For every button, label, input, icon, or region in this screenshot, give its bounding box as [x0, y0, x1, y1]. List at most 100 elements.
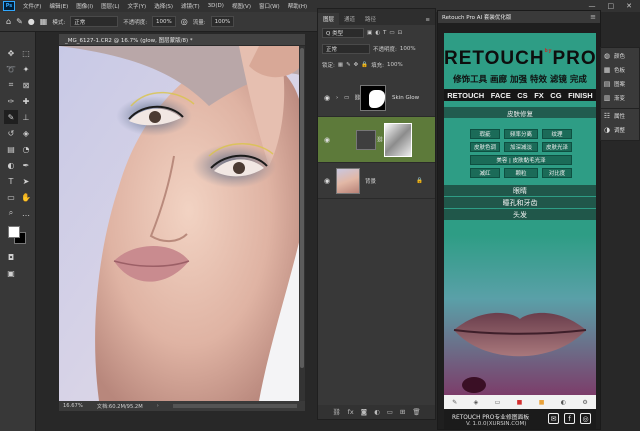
adjustments-panel-button[interactable]: ◑ 调整 [603, 126, 625, 134]
beauty-button[interactable]: 美容 | 皮肤黏毛光泽 [470, 155, 572, 165]
visibility-eye-icon[interactable]: ◉ [318, 94, 336, 102]
brush-icon[interactable]: ✎ [452, 399, 457, 406]
texture-button[interactable]: 纹理 [542, 129, 572, 139]
menu-type[interactable]: 文字(Y) [124, 2, 151, 10]
dodge-icon[interactable]: ◐ [4, 158, 18, 172]
lock-all-icon[interactable]: 🔒 [361, 62, 368, 68]
mask-icon[interactable]: ◙ [361, 408, 367, 416]
pen-tool-icon[interactable]: ✒ [19, 158, 33, 172]
vertical-scrollbar[interactable] [299, 46, 305, 401]
menu-filter[interactable]: 滤镜(T) [177, 2, 204, 10]
tab-paths[interactable]: 路径 [360, 13, 381, 25]
brush-size-icon[interactable]: ● [28, 17, 35, 26]
tab-fx[interactable]: FX [534, 91, 544, 100]
lock-position-icon[interactable]: ✥ [354, 62, 359, 68]
eyedropper-icon[interactable]: ✑ [4, 94, 18, 108]
screen-mode-icon[interactable]: ▣ [4, 266, 18, 280]
quick-mask-icon[interactable]: ◘ [4, 250, 18, 264]
facebook-icon[interactable]: f [564, 413, 575, 424]
filter-adjust-icon[interactable]: ◐ [375, 30, 380, 36]
flow-field[interactable]: 100% [210, 16, 235, 27]
tab-cg[interactable]: CG [550, 91, 561, 100]
settings-icon[interactable]: ⚙ [582, 399, 587, 406]
color-icon[interactable]: ■ [539, 399, 545, 406]
link-icon[interactable]: ⛓ [332, 408, 340, 416]
tab-retouch[interactable]: RETOUCH [447, 91, 484, 100]
skin-tone-button[interactable]: 皮肤色调 [470, 142, 500, 152]
eraser-icon[interactable]: ◈ [474, 399, 479, 406]
eraser-icon[interactable]: ◈ [19, 126, 33, 140]
mode-dropdown[interactable]: 正常 [70, 16, 119, 27]
new-layer-icon[interactable]: ⊞ [400, 408, 405, 416]
maximize-icon[interactable]: □ [608, 2, 615, 10]
visibility-eye-icon[interactable]: ◉ [318, 136, 336, 144]
menu-layer[interactable]: 图层(L) [97, 2, 123, 10]
layer-row-background[interactable]: ◉ 背景 🔒 [318, 163, 435, 199]
scrollbar-thumb[interactable] [300, 48, 304, 368]
panel-close-icon[interactable]: ≡ [590, 13, 596, 21]
brush-settings-icon[interactable]: ▦ [40, 17, 48, 26]
lasso-tool-icon[interactable]: ➰ [4, 62, 18, 76]
layer-thumbnail[interactable] [336, 167, 360, 194]
contrast-button[interactable]: 对比度 [542, 168, 572, 178]
menu-select[interactable]: 选择(S) [150, 2, 177, 10]
delete-icon[interactable]: 🗑 [412, 408, 420, 416]
teeth-section-button[interactable]: 瞳孔和牙齿 [444, 197, 596, 208]
chain-icon[interactable]: ⛓ [376, 137, 384, 143]
tab-face[interactable]: FACE [491, 91, 511, 100]
zoom-readout[interactable]: 16.67% [63, 403, 83, 409]
menu-image[interactable]: 图像(I) [72, 2, 97, 10]
type-tool-icon[interactable]: T [4, 174, 18, 188]
tab-cs[interactable]: CS [517, 91, 527, 100]
properties-panel-button[interactable]: ☷ 属性 [603, 112, 625, 120]
more-tools-icon[interactable]: … [19, 206, 33, 220]
layer-opacity-value[interactable]: 100% [400, 46, 416, 52]
tab-finish[interactable]: FINISH [568, 91, 593, 100]
flag-icon[interactable]: ■ [517, 399, 523, 406]
blur-icon[interactable]: ◔ [19, 142, 33, 156]
move-tool-icon[interactable]: ✥ [4, 46, 18, 60]
layer-mask-thumbnail[interactable] [360, 84, 386, 111]
frequency-separation-button[interactable]: 频率分离 [504, 129, 538, 139]
group-icon[interactable]: ▭ [387, 408, 393, 416]
menu-help[interactable]: 帮助(H) [284, 2, 311, 10]
fx-icon[interactable]: fx [348, 408, 354, 416]
instagram-icon[interactable]: ◎ [580, 413, 591, 424]
stamp-tool-icon[interactable]: ⊥ [19, 110, 33, 124]
tone-icon[interactable]: ◐ [561, 399, 566, 406]
blemish-button[interactable]: 瑕疵 [470, 129, 500, 139]
hand-tool-icon[interactable]: ✋ [19, 190, 33, 204]
patterns-panel-button[interactable]: ▤ 图案 [603, 80, 625, 88]
blend-mode-dropdown[interactable]: 正常 [322, 44, 370, 54]
lock-pixels-icon[interactable]: ▦ [338, 62, 343, 68]
hair-section-button[interactable]: 头发 [444, 209, 596, 220]
reduce-red-button[interactable]: 减红 [470, 168, 500, 178]
path-select-icon[interactable]: ➤ [19, 174, 33, 188]
status-arrow-icon[interactable]: › [157, 403, 159, 409]
history-brush-icon[interactable]: ↺ [4, 126, 18, 140]
filter-smart-icon[interactable]: ⊡ [398, 30, 403, 36]
layer-mask-thumbnail[interactable] [384, 122, 412, 157]
brush-tool-icon[interactable]: ✎ [4, 110, 18, 124]
home-icon[interactable]: ⌂ [6, 17, 11, 26]
eyes-section-button[interactable]: 眼睛 [444, 185, 596, 196]
gradients-panel-button[interactable]: ▥ 渐变 [603, 94, 625, 102]
pressure-opacity-icon[interactable]: ◎ [181, 17, 188, 26]
gradient-icon[interactable]: ▤ [4, 142, 18, 156]
horizontal-scrollbar[interactable] [172, 404, 297, 408]
close-icon[interactable]: ✕ [626, 2, 632, 10]
filter-pixel-icon[interactable]: ▣ [367, 30, 372, 36]
visibility-eye-icon[interactable]: ◉ [318, 177, 336, 185]
grain-button[interactable]: 颗粒 [504, 168, 538, 178]
document-tab[interactable]: _MG_6127-1.CR2 @ 16.7% (glow, 图层蒙版/8) * [59, 34, 305, 46]
menu-3d[interactable]: 3D(D) [204, 3, 228, 9]
skin-glow-button[interactable]: 皮肤光泽 [542, 142, 572, 152]
layer-thumbnail[interactable] [356, 129, 376, 150]
dodge-burn-button[interactable]: 加深减淡 [504, 142, 538, 152]
menu-edit[interactable]: 编辑(E) [45, 2, 72, 10]
tab-channels[interactable]: 通道 [339, 13, 360, 25]
layer-filter-dropdown[interactable]: Q 类型 [322, 28, 364, 38]
layer-row-skin-glow[interactable]: ◉ › ▭ ⛓ Skin Glow [318, 79, 435, 117]
swatches-panel-button[interactable]: ▦ 色板 [603, 66, 625, 74]
quick-select-icon[interactable]: ✦ [19, 62, 33, 76]
